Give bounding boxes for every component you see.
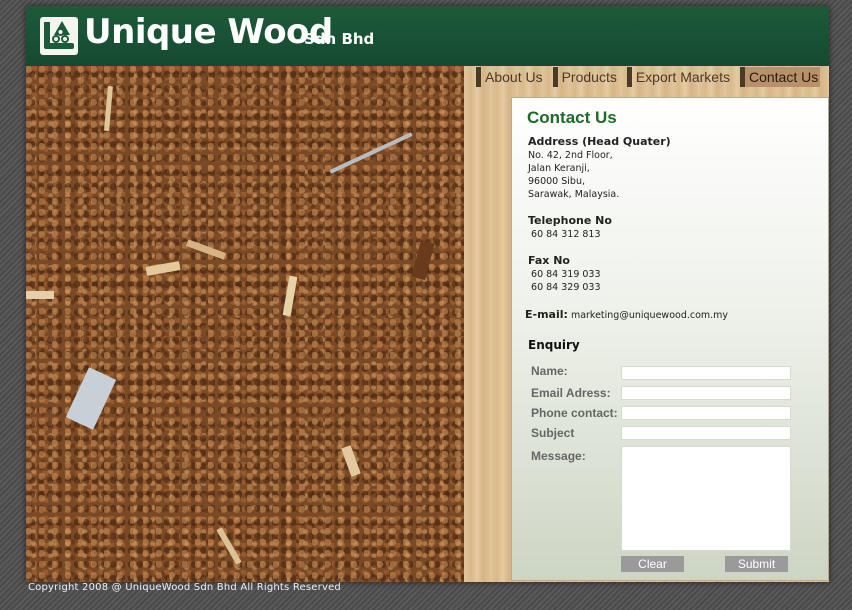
email-link[interactable]: marketing@uniquewood.com.my xyxy=(571,310,728,321)
submit-button[interactable]: Submit xyxy=(725,556,788,572)
site-header: Unique Wood Sdn Bhd xyxy=(26,6,829,66)
enquiry-heading: Enquiry xyxy=(528,338,580,352)
telephone-label: Telephone No xyxy=(528,214,612,227)
nav-export-markets[interactable]: Export Markets xyxy=(626,67,732,87)
address-line: Jalan Keranji, xyxy=(528,163,590,174)
copyright-text: Copyright 2008 @ UniqueWood Sdn Bhd All … xyxy=(28,582,341,593)
message-label: Message: xyxy=(531,449,586,463)
nav-products[interactable]: Products xyxy=(552,67,619,87)
nav-about-us[interactable]: About Us xyxy=(476,67,545,87)
tree-logo-icon xyxy=(40,17,78,55)
nav-contact-us[interactable]: Contact Us xyxy=(739,67,821,87)
fax-value: 60 84 329 033 xyxy=(528,282,601,293)
fax-value: 60 84 319 033 xyxy=(528,269,601,280)
address-line: 96000 Sibu, xyxy=(528,176,585,187)
address-line: Sarawak, Malaysia. xyxy=(528,189,620,200)
address-line: No. 42, 2nd Floor, xyxy=(528,150,613,161)
site-logo-text: Unique Wood xyxy=(84,12,333,52)
clear-button[interactable]: Clear xyxy=(621,556,684,572)
message-textarea[interactable] xyxy=(621,446,791,551)
phone-contact-label: Phone contact: xyxy=(531,406,618,420)
address-label: Address (Head Quater) xyxy=(528,135,671,148)
main-nav: About Us Products Export Markets Contact… xyxy=(476,67,828,89)
email-address-label: Email Adress: xyxy=(531,386,611,400)
contact-panel: Contact Us Address (Head Quater) No. 42,… xyxy=(511,97,829,581)
page-title: Contact Us xyxy=(527,108,617,127)
email-label: E-mail: xyxy=(525,308,568,321)
subject-label: Subject xyxy=(531,426,575,440)
fax-label: Fax No xyxy=(528,254,570,267)
telephone-value: 60 84 312 813 xyxy=(528,229,601,240)
wood-chips-photo xyxy=(26,66,464,582)
name-field[interactable] xyxy=(621,366,791,380)
phone-contact-field[interactable] xyxy=(621,406,791,420)
email-address-field[interactable] xyxy=(621,386,791,400)
email-line: E-mail: marketing@uniquewood.com.my xyxy=(525,308,728,321)
subject-field[interactable] xyxy=(621,426,791,440)
site-logo-subtitle: Sdn Bhd xyxy=(304,30,375,48)
name-label: Name: xyxy=(531,364,568,378)
